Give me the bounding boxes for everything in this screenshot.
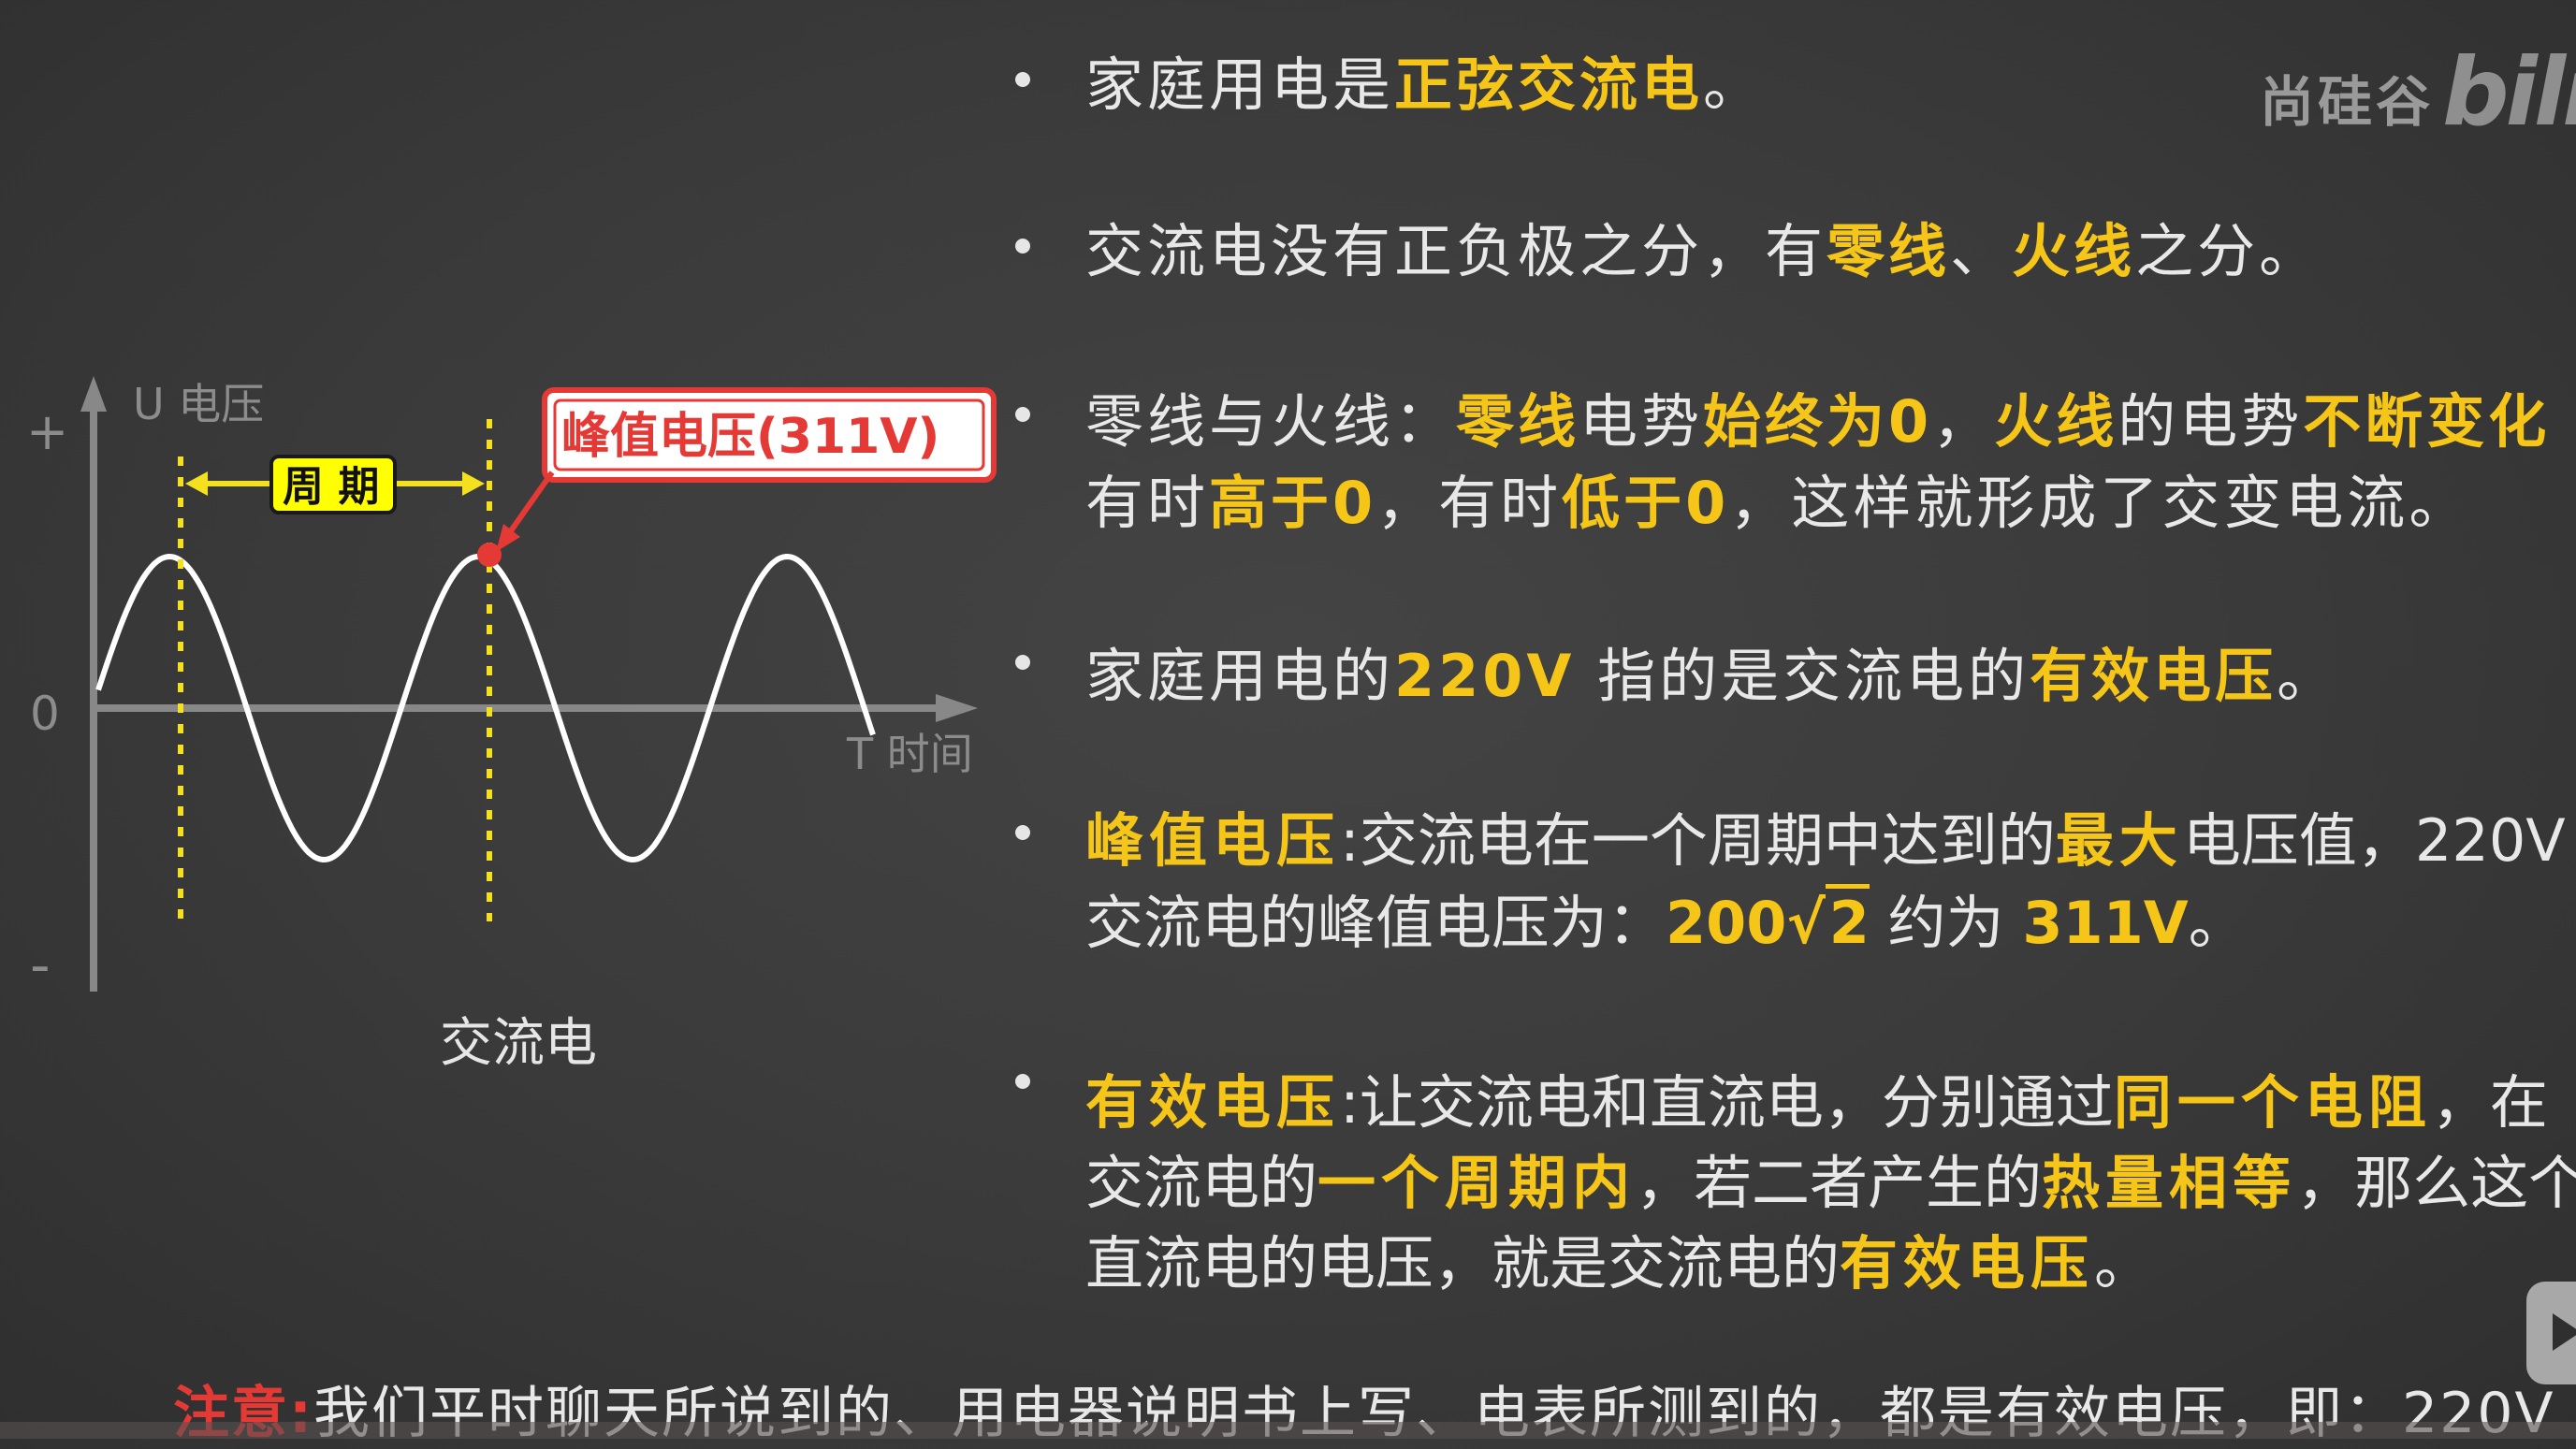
- y-axis-arrow: [80, 376, 107, 412]
- highlight: 火线: [2012, 217, 2136, 285]
- highlight: 高于0: [1209, 469, 1377, 537]
- text: 约为: [1869, 889, 2023, 957]
- text: 。: [2277, 642, 2339, 710]
- text: 之分。: [2135, 217, 2321, 285]
- highlight: 不断变化: [2303, 387, 2551, 456]
- text: 。: [2188, 889, 2247, 957]
- plus-sign: +: [26, 402, 68, 461]
- peak-pointer-head: [496, 524, 520, 552]
- text: ，在: [2431, 1068, 2548, 1137]
- period-arrow-left-head: [185, 471, 208, 496]
- text: ，: [1932, 387, 1995, 456]
- bullet-6-line-2: 交流电的一个周期内，若二者产生的热量相等，那么这个: [1085, 1136, 2576, 1220]
- ac-waveform-diagram: U 电压 T 时间 + - 0 周 期 峰值电压(311V): [26, 376, 997, 998]
- text: 交流电的峰值电压为：: [1085, 889, 1666, 957]
- minus-sign: -: [30, 933, 51, 998]
- bullet-3-line-1: 零线与火线：零线电势始终为0，火线的电势不断变化: [1085, 374, 2550, 458]
- bullet-1: 家庭用电是正弦交流电。: [1085, 37, 1765, 122]
- watermark-text: 尚硅谷: [2260, 70, 2435, 134]
- highlight: 同一个电阻: [2113, 1068, 2432, 1137]
- bullet-6-line-1: 有效电压:让交流电和直流电，分别通过同一个电阻，在: [1085, 1055, 2548, 1139]
- text: ，若二者产生的: [1636, 1149, 2043, 1217]
- y-axis-label: U 电压: [133, 379, 264, 429]
- highlight: 始终为0: [1703, 387, 1933, 456]
- highlight: 低于0: [1562, 469, 1730, 537]
- text: 电压值，220V: [2182, 806, 2566, 875]
- highlight: 一个周期内: [1317, 1149, 1637, 1217]
- x-axis-label: T 时间: [846, 729, 973, 779]
- text: 家庭用电的: [1085, 642, 1395, 710]
- bullet-5-line-1: 峰值电压:交流电在一个周期中达到的最大电压值，220V: [1085, 793, 2566, 877]
- text: 有时: [1085, 469, 1210, 537]
- bullet-dot-5: [1015, 825, 1030, 840]
- highlight: 311V: [2022, 889, 2189, 957]
- text: ，有时: [1376, 469, 1563, 537]
- bullet-dot-3: [1015, 407, 1030, 422]
- text: 的电势: [2118, 387, 2304, 456]
- bullet-2: 交流电没有正负极之分，有零线、火线之分。: [1085, 204, 2321, 288]
- bullet-4: 家庭用电的220V 指的是交流电的有效电压。: [1085, 629, 2338, 713]
- peak-dot: [477, 543, 502, 567]
- text: 直流电的电压，就是交流电的: [1085, 1229, 1841, 1297]
- highlight: 峰值电压: [1085, 806, 1341, 875]
- text: 电势: [1579, 387, 1704, 456]
- bilibili-logo-icon: bili: [2442, 37, 2576, 147]
- bullet-3-line-2: 有时高于0，有时低于0，这样就形成了交变电流。: [1085, 456, 2470, 540]
- text: 、: [1950, 217, 2013, 285]
- bullet-5-line-2: 交流电的峰值电压为：200√2 约为 311V。: [1085, 876, 2247, 960]
- play-icon[interactable]: [2526, 1282, 2576, 1384]
- highlight: 零线: [1456, 387, 1580, 456]
- highlight: 正弦交流电: [1394, 51, 1704, 119]
- text: ，那么这个: [2296, 1149, 2576, 1217]
- peak-label: 峰值电压(311V): [561, 409, 939, 465]
- highlight: 零线: [1826, 217, 1951, 285]
- text: 指的是交流电的: [1575, 642, 2030, 710]
- bullet-dot-2: [1015, 239, 1030, 254]
- text: :让交流电和直流电，分别通过: [1340, 1068, 2114, 1137]
- highlight: 有效电压: [1840, 1229, 2095, 1297]
- highlight: 热量相等: [2042, 1149, 2297, 1217]
- x-axis-arrow: [936, 694, 978, 722]
- formula-coefficient: 200: [1666, 889, 1787, 957]
- text: 零线与火线：: [1085, 387, 1457, 456]
- peak-pointer: [502, 471, 555, 541]
- radicand: 2: [1825, 884, 1870, 957]
- text: 。: [1703, 51, 1766, 119]
- text: :交流电在一个周期中达到的: [1340, 806, 2056, 875]
- slide: U 电压 T 时间 + - 0 周 期 峰值电压(311V) 交流电 家庭用电是…: [0, 0, 2576, 1446]
- highlight: 有效电压: [2030, 642, 2278, 710]
- zero-label: 0: [30, 687, 60, 741]
- bullet-dot-4: [1015, 655, 1030, 670]
- highlight: 220V: [1394, 642, 1576, 710]
- text: ，这样就形成了交变电流。: [1729, 469, 2471, 537]
- text: 家庭用电是: [1085, 51, 1395, 119]
- bullet-6-line-3: 直流电的电压，就是交流电的有效电压。: [1085, 1216, 2152, 1300]
- highlight: 有效电压: [1085, 1068, 1341, 1137]
- text: 交流电没有正负极之分，有: [1085, 217, 1827, 285]
- bullet-dot-1: [1015, 72, 1030, 87]
- period-arrow-right-head: [462, 471, 485, 496]
- formula-sqrt: √2: [1786, 884, 1870, 957]
- text: 。: [2094, 1229, 2153, 1297]
- bullet-dot-6: [1015, 1074, 1030, 1089]
- period-label: 周 期: [283, 463, 379, 511]
- highlight: 最大: [2055, 806, 2183, 875]
- text: 交流电的: [1085, 1149, 1318, 1217]
- bottom-strip: [0, 1422, 2576, 1439]
- highlight: 火线: [1994, 387, 2118, 456]
- diagram-caption: 交流电: [440, 1013, 597, 1074]
- radical-sign: √: [1786, 889, 1826, 957]
